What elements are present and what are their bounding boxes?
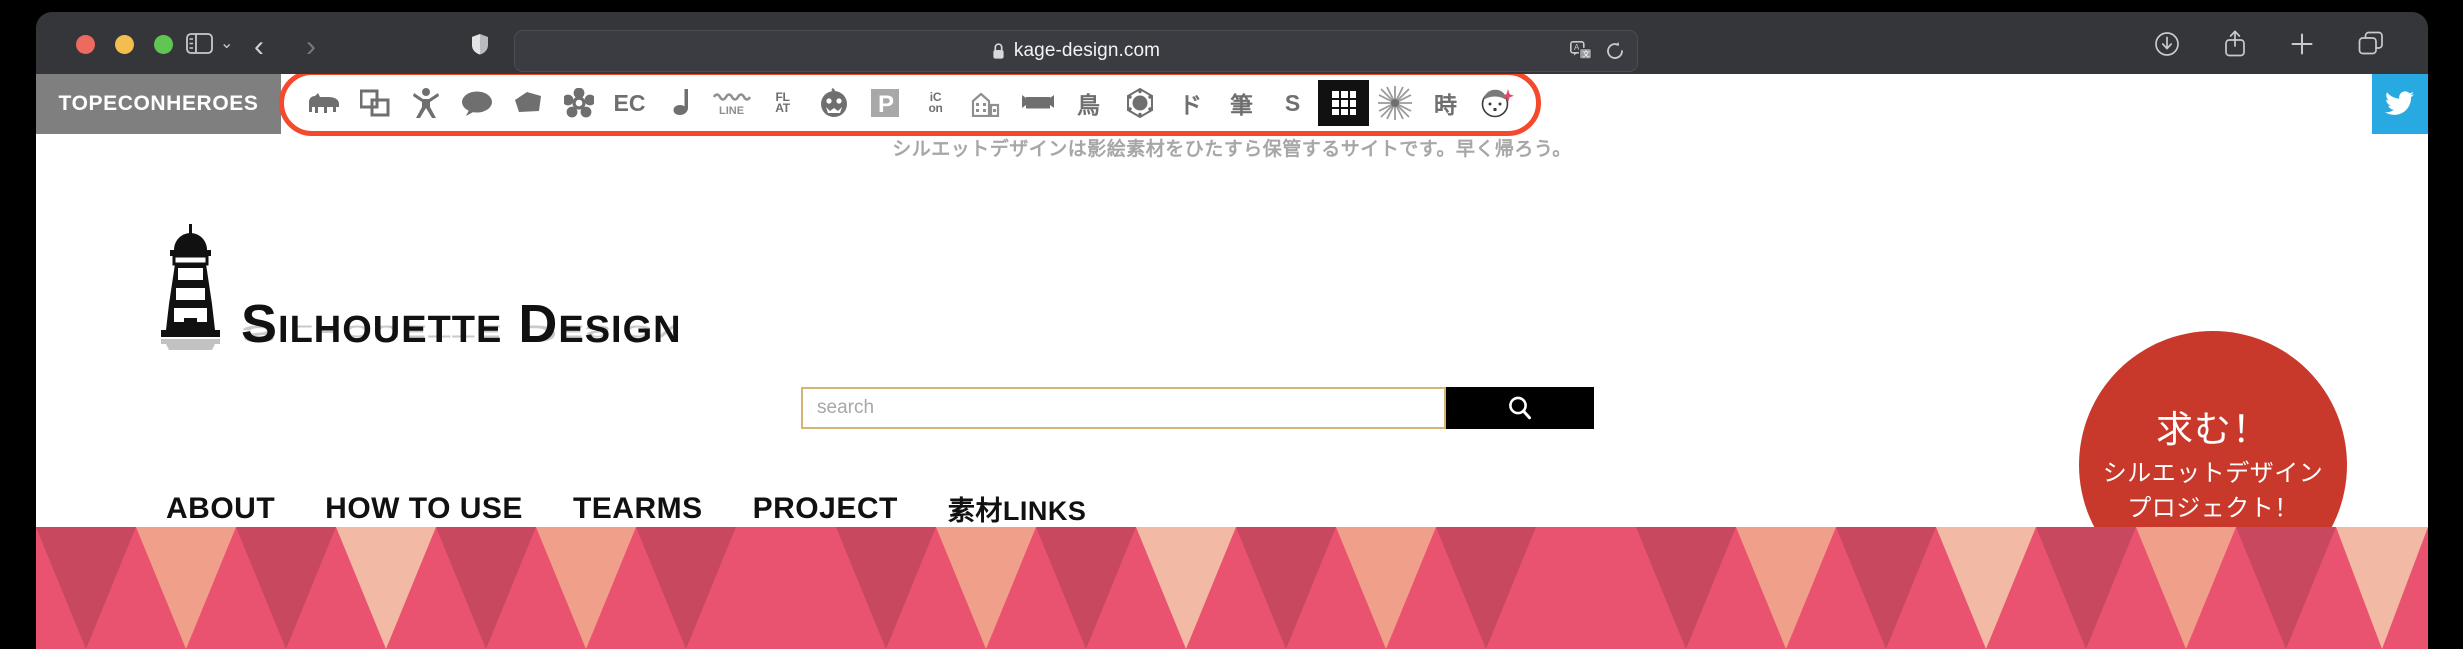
back-button[interactable]: ‹: [254, 32, 264, 62]
close-window-button[interactable]: [76, 35, 95, 54]
brush-kanji-icon[interactable]: 筆: [1216, 80, 1267, 126]
flower-icon[interactable]: [553, 80, 604, 126]
downloads-icon[interactable]: [2154, 31, 2180, 57]
sidebar-toggle-icon: [186, 33, 213, 54]
p-square-icon[interactable]: P: [859, 80, 910, 126]
search-icon: [1509, 396, 1531, 420]
nav-how-to-use[interactable]: HOW TO USE: [325, 492, 523, 526]
toolbar-actions: [2154, 30, 2384, 57]
logo-reflection: Silhouette Design: [241, 319, 682, 347]
share-icon[interactable]: [2224, 30, 2246, 57]
site-tagline: シルエットデザインは影絵素材をひたすら保管するサイトです。早く帰ろう。: [892, 139, 1572, 160]
face-sparkle-icon[interactable]: [1471, 80, 1522, 126]
building-icon[interactable]: [961, 80, 1012, 126]
promo-line1: 求む！: [2156, 409, 2270, 451]
hex-flower-icon[interactable]: [1114, 80, 1165, 126]
duplicate-icon[interactable]: [349, 80, 400, 126]
ec-icon[interactable]: EC: [604, 80, 655, 126]
sidebar-toggle-button[interactable]: ⌄: [186, 33, 233, 54]
twitter-icon: [2385, 91, 2414, 115]
address-bar-actions: A 文: [1570, 31, 1625, 71]
svg-text:LINE: LINE: [719, 105, 744, 117]
flat-label: FL AT: [775, 89, 790, 115]
browser-toolbar: ⌄ ‹ › kage-design.com A 文: [36, 12, 2428, 74]
search-form: [801, 387, 1594, 429]
bird-kanji-label: 鳥: [1077, 92, 1100, 118]
browser-window: ⌄ ‹ › kage-design.com A 文 TOPECONHEROES …: [36, 12, 2428, 649]
brush-kanji-label: 筆: [1230, 92, 1253, 118]
flat-icon[interactable]: FL AT: [757, 80, 808, 126]
person-cheering-icon[interactable]: [400, 80, 451, 126]
music-note-icon[interactable]: [655, 80, 706, 126]
promo-line3: プロジェクト！: [2127, 494, 2299, 522]
web-page: TOPECONHEROES EC LINE FL AT P iC on 鳥 ド …: [36, 74, 2428, 649]
minimize-window-button[interactable]: [115, 35, 134, 54]
reload-icon[interactable]: [1606, 41, 1625, 61]
search-button[interactable]: [1446, 387, 1594, 429]
new-tab-icon[interactable]: [2290, 32, 2314, 56]
chevron-down-icon[interactable]: ⌄: [220, 35, 233, 52]
nav-material-links[interactable]: 素材LINKS: [948, 489, 1087, 528]
privacy-shield-button[interactable]: [471, 33, 489, 55]
navigation-arrows: ‹ ›: [254, 32, 316, 62]
site-logo[interactable]: Silhouette Design Silhouette Design: [151, 222, 682, 351]
tab-overview-icon[interactable]: [2358, 31, 2384, 56]
triangle-banner: [36, 527, 2428, 649]
lock-icon: [993, 42, 1004, 59]
nav-project[interactable]: PROJECT: [753, 492, 898, 526]
topeconheroes-bar: TOPECONHEROES EC LINE FL AT P iC on 鳥 ド …: [36, 74, 2428, 136]
main-navigation: ABOUT HOW TO USE TEARMS PROJECT 素材LINKS: [166, 489, 1086, 528]
screen: ⌄ ‹ › kage-design.com A 文 TOPECONHEROES …: [0, 0, 2463, 649]
grid-icon[interactable]: [1318, 80, 1369, 126]
twitter-button[interactable]: [2372, 74, 2428, 134]
address-bar-content: kage-design.com: [992, 40, 1160, 62]
s-label: S: [1284, 89, 1301, 116]
search-input[interactable]: [801, 387, 1446, 429]
time-kanji-icon[interactable]: 時: [1420, 80, 1471, 126]
cow-icon[interactable]: [298, 80, 349, 126]
pentagon-icon[interactable]: [502, 80, 553, 126]
privacy-shield-icon: [472, 34, 488, 55]
icon-icon[interactable]: iC on: [910, 80, 961, 126]
topeconheroes-icon-strip: EC LINE FL AT P iC on 鳥 ド 筆 S 時: [279, 74, 1541, 136]
lighthouse-icon: [161, 224, 220, 350]
do-katakana-label: ド: [1179, 92, 1202, 118]
svg-text:文: 文: [1582, 49, 1590, 59]
svg-text:P: P: [878, 91, 894, 118]
promo-line2: シルエットデザイン: [2102, 460, 2324, 488]
traffic-lights: [76, 35, 173, 54]
icon-label: iC on: [928, 89, 943, 115]
bird-kanji-icon[interactable]: 鳥: [1063, 80, 1114, 126]
url-text: kage-design.com: [1013, 40, 1161, 61]
time-kanji-label: 時: [1434, 92, 1457, 118]
forward-button[interactable]: ›: [306, 32, 316, 62]
pumpkin-icon[interactable]: [808, 80, 859, 126]
nav-about[interactable]: ABOUT: [166, 492, 275, 526]
starburst-icon[interactable]: [1369, 80, 1420, 126]
topeconheroes-label[interactable]: TOPECONHEROES: [36, 74, 281, 134]
s-icon[interactable]: S: [1267, 80, 1318, 126]
maximize-window-button[interactable]: [154, 35, 173, 54]
line-icon[interactable]: LINE: [706, 80, 757, 126]
logo-wordmark: Silhouette Design Silhouette Design: [241, 297, 682, 351]
translate-icon[interactable]: A 文: [1570, 41, 1593, 61]
address-bar[interactable]: kage-design.com A 文: [514, 30, 1638, 72]
nav-tearms[interactable]: TEARMS: [573, 492, 703, 526]
sofa-icon[interactable]: [1012, 80, 1063, 126]
ec-label: EC: [613, 89, 646, 116]
speech-bubble-icon[interactable]: [451, 80, 502, 126]
do-katakana-icon[interactable]: ド: [1165, 80, 1216, 126]
